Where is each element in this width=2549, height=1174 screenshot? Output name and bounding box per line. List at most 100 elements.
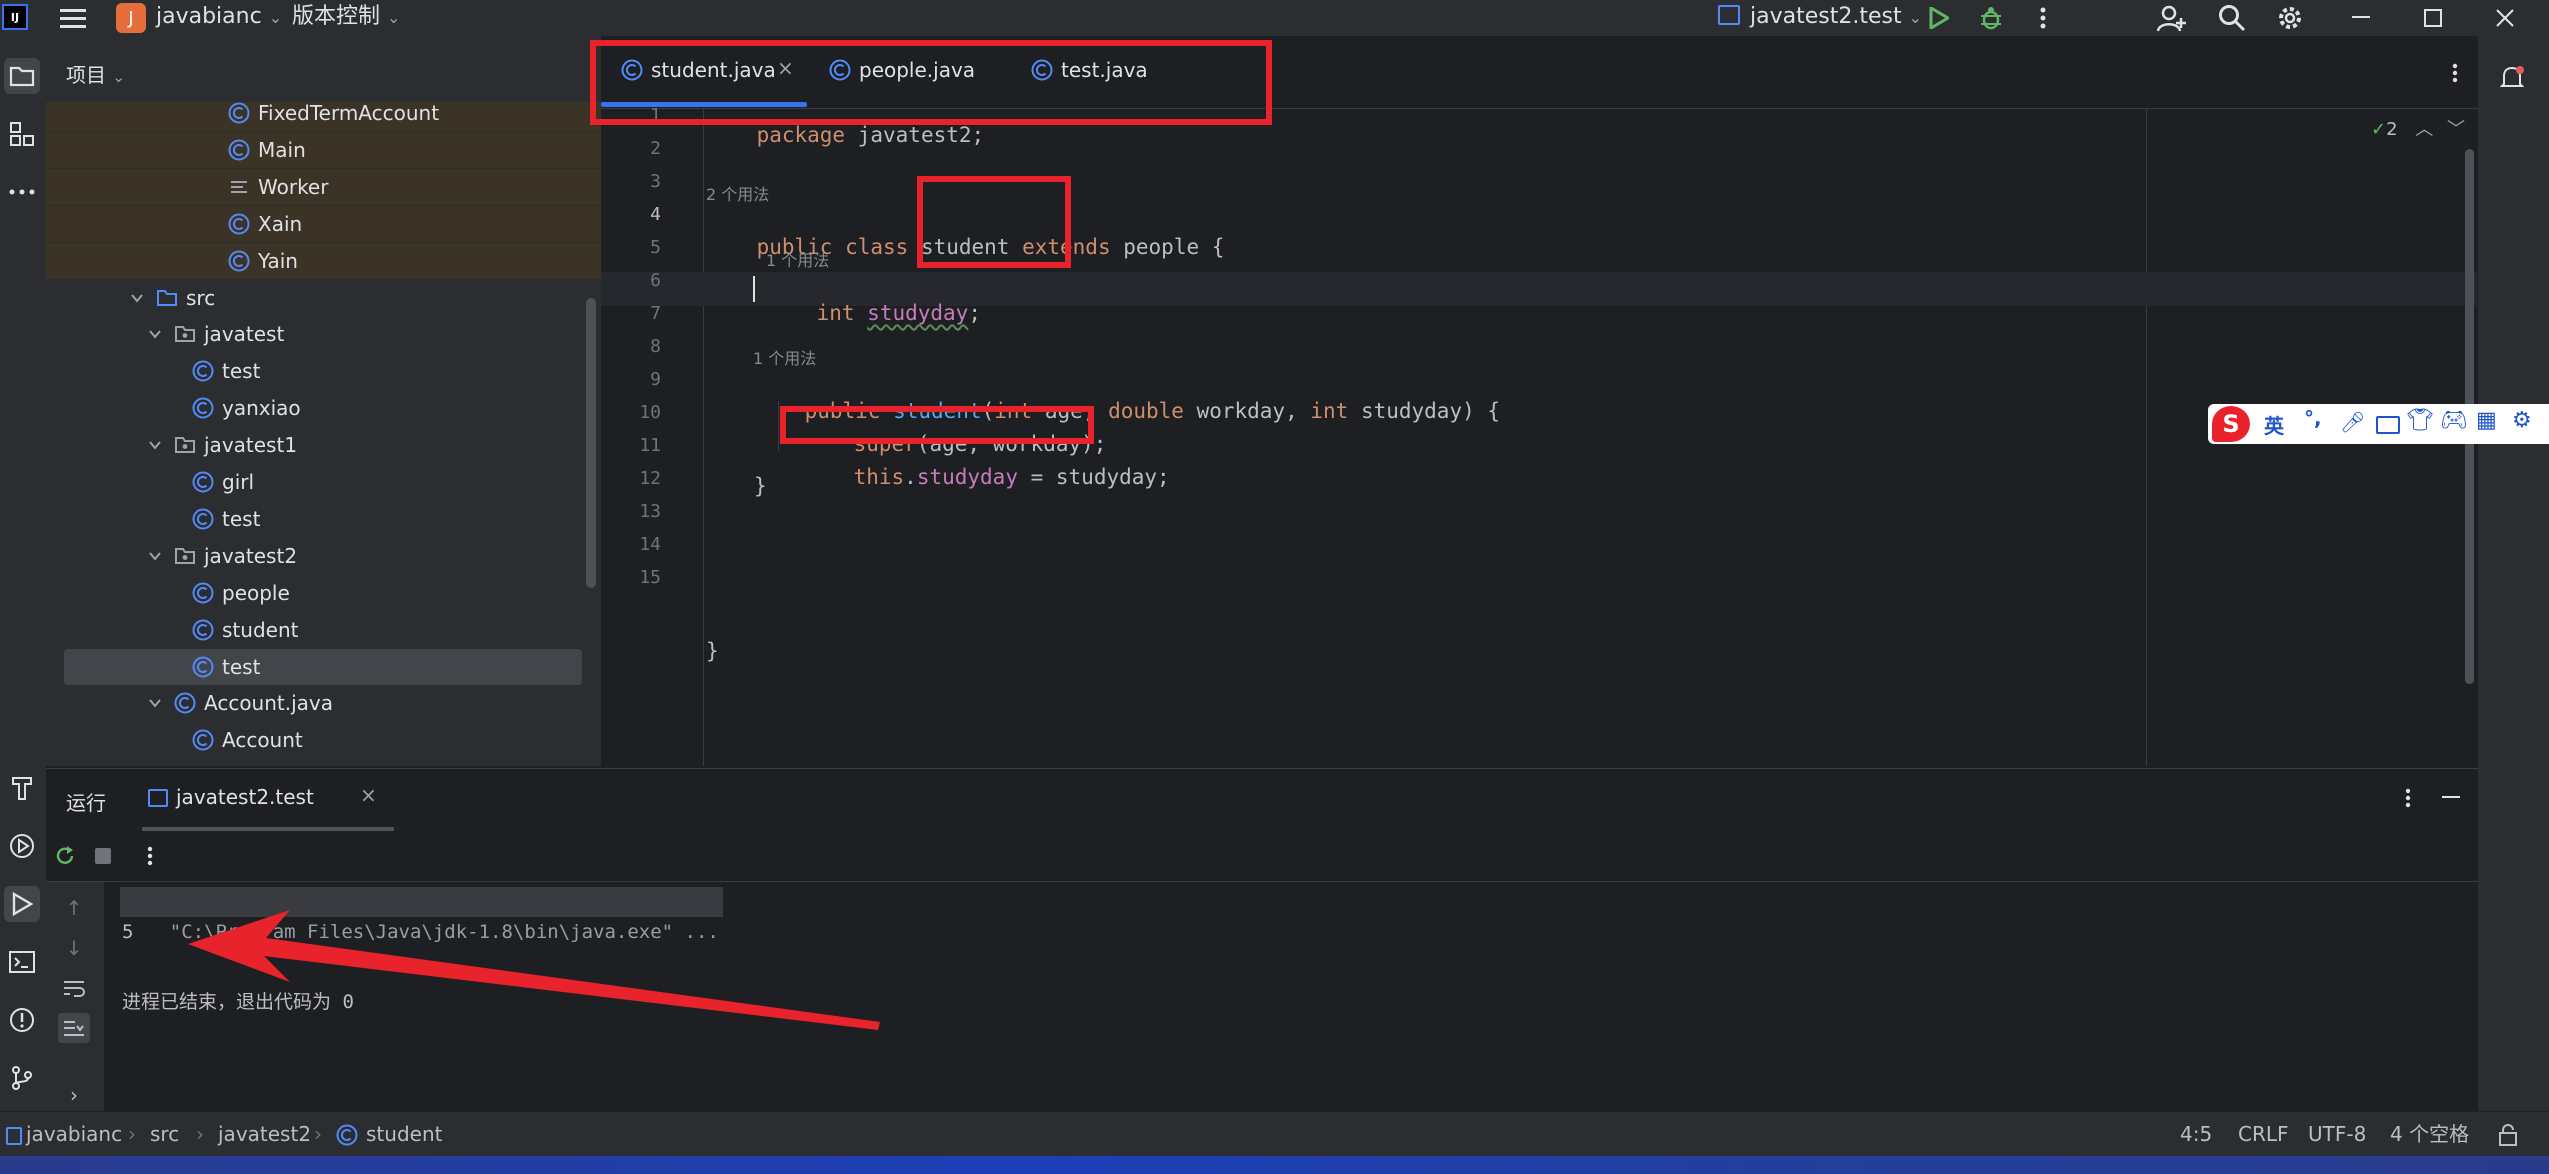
tree-item-label: javatest bbox=[204, 322, 285, 347]
line-separator[interactable]: CRLF bbox=[2238, 1112, 2289, 1157]
close-window-icon[interactable] bbox=[2490, 3, 2520, 33]
cursor-position[interactable]: 4:5 bbox=[2180, 1112, 2212, 1157]
run-tool-icon[interactable] bbox=[4, 886, 40, 922]
run-icon[interactable] bbox=[1924, 3, 1954, 33]
chevron-down-icon[interactable] bbox=[148, 328, 162, 340]
tree-item[interactable]: FixedTermAccount bbox=[46, 102, 601, 131]
project-scrollbar[interactable] bbox=[586, 298, 596, 588]
tree-item[interactable]: javatest2 bbox=[46, 538, 601, 574]
tree-item[interactable]: girl bbox=[46, 464, 601, 500]
tree-item[interactable]: test bbox=[46, 501, 601, 537]
tree-item[interactable]: test bbox=[46, 648, 601, 685]
chevron-down-icon: ⌄ bbox=[268, 8, 283, 27]
tree-item[interactable]: student bbox=[46, 612, 601, 648]
debug-icon[interactable] bbox=[1976, 3, 2006, 33]
selection-highlight bbox=[64, 648, 582, 685]
run-panel-title: 运行 bbox=[66, 791, 106, 815]
file-encoding[interactable]: UTF-8 bbox=[2308, 1112, 2366, 1157]
ime-mode[interactable]: 英 bbox=[2264, 410, 2284, 439]
notifications-bell-icon[interactable] bbox=[2494, 60, 2530, 96]
tree-item[interactable]: Account.java bbox=[46, 685, 601, 721]
breadcrumb-item[interactable]: javabianc bbox=[26, 1112, 122, 1157]
breadcrumb-item[interactable]: src bbox=[150, 1112, 179, 1157]
minimize-window-icon[interactable] bbox=[2346, 3, 2376, 33]
project-avatar[interactable]: J bbox=[116, 3, 146, 33]
skin-shirt-icon[interactable]: 👕︎ bbox=[2406, 408, 2434, 433]
chevron-down-icon[interactable] bbox=[148, 697, 162, 709]
toolbox-grid-icon[interactable]: ▦ bbox=[2476, 408, 2497, 433]
structure-icon[interactable] bbox=[4, 116, 40, 152]
expand-chevron-icon[interactable]: › bbox=[62, 1083, 86, 1107]
close-tab-icon[interactable]: × bbox=[360, 783, 377, 807]
tree-item[interactable]: Main bbox=[46, 131, 601, 168]
ime-settings-icon[interactable]: ⚙ bbox=[2512, 408, 2532, 433]
chevron-down-icon[interactable] bbox=[148, 550, 162, 562]
tree-item[interactable]: people bbox=[46, 575, 601, 611]
tree-item[interactable]: src bbox=[46, 280, 601, 316]
code-line-8: this.studyday = studyday; bbox=[853, 465, 1170, 489]
tree-item[interactable]: javatest bbox=[46, 316, 601, 352]
more-options-icon[interactable] bbox=[2398, 783, 2418, 813]
hide-panel-icon[interactable] bbox=[2436, 783, 2466, 813]
chevron-down-icon[interactable] bbox=[148, 439, 162, 451]
scroll-up-icon[interactable]: ↑ bbox=[62, 895, 86, 921]
tree-item[interactable]: Worker bbox=[46, 168, 601, 205]
scroll-to-end-icon[interactable] bbox=[58, 1013, 90, 1043]
game-icon[interactable]: 🎮︎ bbox=[2440, 408, 2468, 433]
services-icon[interactable] bbox=[4, 828, 40, 864]
usage-hint[interactable]: 1 个用法 bbox=[766, 247, 829, 271]
sogou-logo-icon[interactable]: S bbox=[2212, 406, 2250, 442]
git-branch-icon[interactable] bbox=[4, 1060, 40, 1096]
more-tools-icon[interactable] bbox=[4, 174, 40, 210]
main-menu-icon[interactable] bbox=[58, 4, 88, 32]
terminal-icon[interactable] bbox=[4, 944, 40, 980]
microphone-icon[interactable]: 🎤︎ bbox=[2340, 410, 2365, 434]
build-hammer-icon[interactable] bbox=[4, 770, 40, 806]
tree-item[interactable]: javatest1 bbox=[46, 427, 601, 463]
run-tab[interactable]: javatest2.test × bbox=[142, 769, 394, 831]
more-run-actions-icon[interactable] bbox=[142, 843, 158, 869]
tree-item[interactable]: test bbox=[46, 353, 601, 389]
search-icon[interactable] bbox=[2216, 3, 2248, 33]
line-number: 10 bbox=[639, 402, 661, 423]
usage-hint[interactable]: 2 个用法 bbox=[706, 181, 769, 205]
package-icon bbox=[174, 434, 196, 456]
usage-hint[interactable]: 1 个用法 bbox=[753, 345, 816, 369]
settings-gear-icon[interactable] bbox=[2274, 3, 2306, 33]
chevron-down-icon[interactable] bbox=[130, 292, 144, 304]
punctuation-icon[interactable]: °, bbox=[2304, 406, 2322, 430]
tree-item[interactable]: Yain bbox=[46, 242, 601, 279]
lock-icon[interactable] bbox=[2496, 1122, 2520, 1148]
chevron-right-icon: › bbox=[314, 1122, 322, 1146]
tree-item-label: Worker bbox=[258, 174, 329, 199]
ime-toolbar[interactable]: S 英 °, 🎤︎ 👕︎ 🎮︎ ▦ ⚙ bbox=[2208, 404, 2549, 444]
keyboard-icon[interactable] bbox=[2376, 416, 2400, 434]
project-panel-header[interactable]: 项目 ⌄ bbox=[66, 60, 125, 90]
add-user-icon[interactable] bbox=[2156, 3, 2188, 33]
stop-icon[interactable] bbox=[92, 845, 114, 867]
rerun-icon[interactable] bbox=[52, 843, 78, 869]
tree-item-label: Main bbox=[258, 137, 306, 162]
maximize-window-icon[interactable] bbox=[2418, 3, 2448, 33]
project-folder-icon[interactable] bbox=[4, 58, 40, 94]
breadcrumb-item[interactable]: student bbox=[366, 1112, 442, 1157]
project-name-dropdown[interactable]: javabianc ⌄ bbox=[156, 0, 282, 36]
soft-wrap-icon[interactable] bbox=[60, 975, 88, 1001]
tree-item[interactable]: Xain bbox=[46, 205, 601, 242]
run-config-dropdown[interactable]: javatest2.test ⌄ bbox=[1718, 0, 1922, 36]
run-config-icon bbox=[148, 789, 168, 807]
indent-setting[interactable]: 4 个空格 bbox=[2390, 1112, 2469, 1157]
scroll-down-icon[interactable]: ↓ bbox=[62, 935, 86, 961]
tab-options-icon[interactable] bbox=[2443, 58, 2467, 88]
breadcrumb-item[interactable]: javatest2 bbox=[218, 1112, 311, 1157]
tree-item[interactable]: yanxiao bbox=[46, 390, 601, 426]
more-actions-icon[interactable] bbox=[2028, 3, 2058, 33]
inspection-widget[interactable]: ✓2 ︿ ﹀ bbox=[2371, 115, 2465, 141]
class-icon bbox=[192, 582, 214, 604]
folder-icon bbox=[156, 287, 178, 309]
vcs-dropdown[interactable]: 版本控制 ⌄ bbox=[292, 0, 400, 36]
intellij-logo-icon[interactable]: IJ bbox=[2, 4, 28, 30]
tree-item[interactable]: Account bbox=[46, 722, 601, 758]
problems-icon[interactable] bbox=[4, 1002, 40, 1038]
tree-item[interactable]: CreditCardAccount bbox=[46, 759, 601, 766]
